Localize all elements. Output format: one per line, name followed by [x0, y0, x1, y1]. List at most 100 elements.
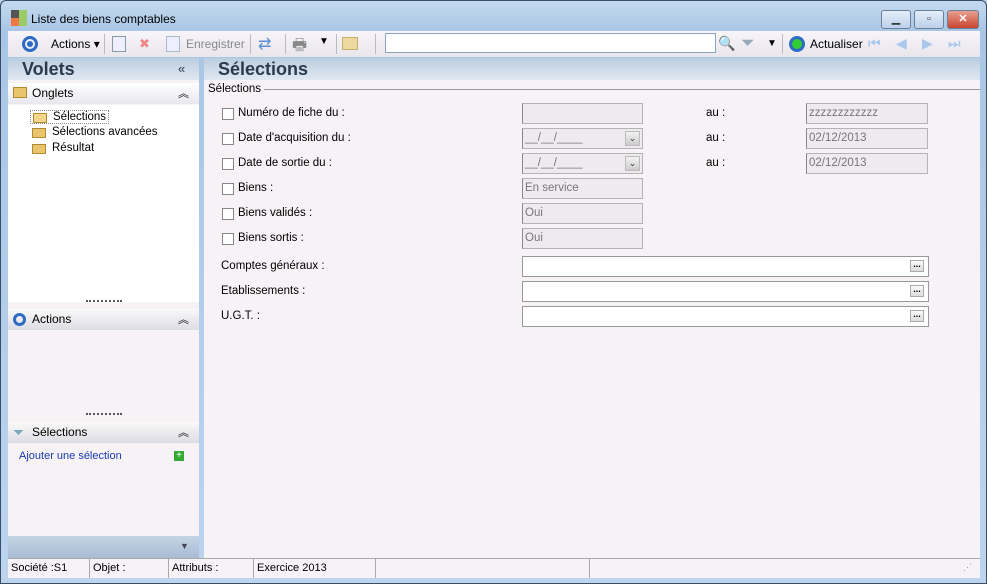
folder-icon[interactable] — [342, 37, 358, 50]
row-checkbox[interactable] — [222, 208, 234, 220]
panel-title-text: Volets — [22, 59, 75, 79]
row-checkbox[interactable] — [222, 183, 234, 195]
row-checkbox[interactable] — [222, 108, 234, 120]
collapse-panel-button[interactable]: « — [178, 61, 185, 76]
close-button[interactable]: ✕ — [947, 10, 979, 29]
save-icon[interactable] — [166, 36, 180, 52]
last-record-icon[interactable]: ⏭ — [948, 35, 961, 52]
filter-dropdown-icon[interactable]: ▼ — [767, 38, 777, 49]
lookup-input[interactable] — [522, 281, 929, 302]
from-input[interactable] — [522, 103, 643, 124]
wide-label: U.G.T. : — [221, 310, 260, 322]
search-icon[interactable]: 🔍 — [718, 35, 735, 52]
onglets-label: Onglets — [32, 86, 74, 100]
selections-header[interactable]: ⏷ Sélections ︽ — [8, 422, 199, 443]
collapse-icon[interactable]: ︽ — [178, 424, 189, 440]
row-label: Biens sortis : — [238, 232, 304, 244]
to-label: au : — [706, 157, 726, 169]
main-panel: Sélections Sélections Numéro de fiche du… — [204, 58, 980, 558]
separator — [375, 34, 376, 54]
status-company: Société :S1 — [8, 559, 90, 578]
collapse-icon[interactable]: ︽ — [178, 311, 189, 327]
panel-title: Volets « — [8, 58, 199, 80]
next-record-icon[interactable]: ▶ — [922, 35, 933, 52]
to-label: au : — [706, 132, 726, 144]
wide-label: Etablissements : — [221, 285, 306, 297]
actions-icon[interactable] — [22, 36, 38, 52]
from-input[interactable]: En service — [522, 178, 643, 199]
lookup-input[interactable] — [522, 256, 929, 277]
splitter-handle[interactable] — [86, 300, 122, 302]
tree-item-label: Résultat — [52, 142, 95, 154]
group-title: Sélections — [208, 83, 262, 95]
to-input[interactable]: zzzzzzzzzzzz — [806, 103, 928, 124]
delete-icon[interactable]: ✖ — [139, 36, 150, 52]
page-title: Sélections — [204, 58, 980, 80]
browse-button[interactable]: ... — [910, 260, 924, 272]
status-bar: Société :S1 Objet : Attributs : Exercice… — [8, 558, 980, 578]
row-checkbox[interactable] — [222, 233, 234, 245]
separator — [782, 34, 783, 54]
selections-label: Sélections — [32, 425, 88, 439]
filter-icon[interactable]: ⏷ — [741, 33, 755, 53]
refresh-button[interactable]: Actualiser — [810, 37, 863, 51]
splitter-handle[interactable] — [86, 413, 122, 415]
separator — [250, 34, 251, 54]
onglets-header[interactable]: Onglets ︽ — [8, 83, 199, 104]
row-label: Date de sortie du : — [238, 157, 332, 169]
refresh-icon[interactable] — [789, 36, 805, 52]
to-input[interactable]: 02/12/2013 — [806, 153, 928, 174]
browse-button[interactable]: ... — [910, 285, 924, 297]
resize-grip-icon[interactable]: ⋰ — [963, 562, 972, 573]
add-selection-link[interactable]: Ajouter une sélection — [19, 450, 122, 462]
wide-label: Comptes généraux : — [221, 260, 325, 272]
actions-icon — [13, 313, 26, 326]
window: Liste des biens comptables ▁ ▫ ✕ Actions… — [0, 0, 987, 584]
window-title: Liste des biens comptables — [31, 12, 176, 26]
maximize-button[interactable]: ▫ — [914, 10, 944, 29]
row-checkbox[interactable] — [222, 158, 234, 170]
row-label: Numéro de fiche du : — [238, 107, 345, 119]
date-dropdown-button[interactable]: ⌄ — [625, 131, 640, 146]
search-input[interactable] — [385, 33, 716, 53]
toolbar: Actions ▾ ✖ Enregistrer ⇄ 🖶 ▼ 🔍 ⏷ ▼ Actu… — [8, 31, 980, 57]
filter-icon: ⏷ — [13, 424, 25, 440]
browse-button[interactable]: ... — [910, 310, 924, 322]
date-dropdown-button[interactable]: ⌄ — [625, 156, 640, 171]
lookup-input[interactable] — [522, 306, 929, 327]
row-checkbox[interactable] — [222, 133, 234, 145]
save-button[interactable]: Enregistrer — [186, 37, 245, 51]
panel-footer: ▼ — [8, 536, 199, 558]
print-dropdown-icon[interactable]: ▼ — [319, 36, 329, 47]
tree-item-result[interactable]: Résultat — [30, 142, 94, 154]
collapse-icon[interactable]: ︽ — [178, 85, 189, 101]
tree-item-selections[interactable]: Sélections — [30, 110, 110, 124]
expand-down-icon[interactable]: ▼ — [180, 541, 189, 551]
minimize-button[interactable]: ▁ — [881, 10, 911, 29]
print-icon[interactable]: 🖶 — [292, 34, 307, 61]
separator — [104, 34, 105, 54]
to-input[interactable]: 02/12/2013 — [806, 128, 928, 149]
separator — [285, 34, 286, 54]
folder-icon — [13, 87, 27, 98]
status-cell — [376, 559, 590, 578]
from-input[interactable]: Oui — [522, 203, 643, 224]
app-icon — [11, 10, 27, 26]
preview-icon[interactable] — [112, 36, 126, 52]
sync-icon[interactable]: ⇄ — [258, 34, 271, 54]
add-icon[interactable]: + — [174, 451, 184, 461]
tree-item-label: Sélections avancées — [52, 126, 158, 138]
first-record-icon[interactable]: ⏮ — [868, 35, 881, 52]
side-panel: Volets « Onglets ︽ Sélections Sélections … — [8, 58, 199, 558]
actions-header[interactable]: Actions ︽ — [8, 309, 199, 330]
row-label: Biens validés : — [238, 207, 313, 219]
from-input[interactable]: Oui — [522, 228, 643, 249]
actions-menu[interactable]: Actions ▾ — [51, 37, 100, 51]
status-fiscal-year: Exercice 2013 — [254, 559, 376, 578]
actions-label: Actions — [32, 312, 72, 326]
row-label: Date d'acquisition du : — [238, 132, 351, 144]
previous-record-icon[interactable]: ◀ — [896, 35, 907, 52]
tree-item-advanced-selections[interactable]: Sélections avancées — [30, 126, 157, 138]
row-label: Biens : — [238, 182, 274, 194]
status-object: Objet : — [90, 559, 169, 578]
